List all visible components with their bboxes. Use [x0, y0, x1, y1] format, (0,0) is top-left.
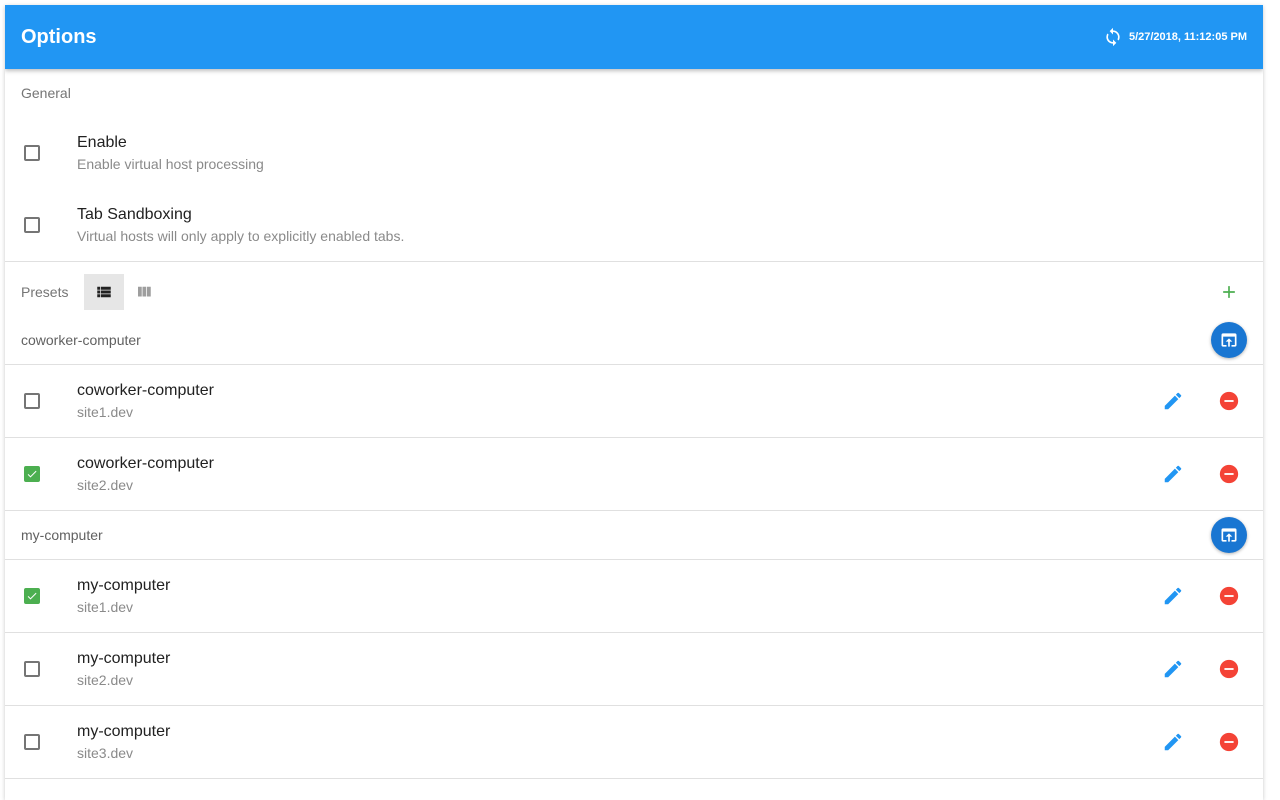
edit-preset-button[interactable]	[1159, 655, 1187, 683]
preset-name: coworker-computer	[77, 455, 214, 472]
preset-checkbox[interactable]	[24, 734, 40, 750]
setting-checkbox[interactable]	[24, 217, 40, 233]
view-list-icon	[97, 286, 112, 298]
apply-group-button[interactable]	[1211, 517, 1247, 553]
preset-checkbox[interactable]	[24, 466, 40, 482]
preset-host: site2.dev	[77, 672, 134, 688]
setting-text: Tab Sandboxing Virtual hosts will only ap…	[77, 204, 1247, 246]
pencil-icon	[1164, 587, 1182, 605]
page-title: Options	[21, 25, 97, 48]
remove-preset-button[interactable]	[1215, 655, 1243, 683]
view-column-icon	[138, 286, 152, 297]
preset-host: site3.dev	[77, 745, 134, 761]
add-preset-button[interactable]	[1217, 280, 1241, 304]
open-in-browser-icon	[1221, 528, 1237, 542]
setting-text: Enable Enable virtual host processing	[77, 132, 1247, 174]
pencil-icon	[1164, 465, 1182, 483]
preset-checkbox[interactable]	[24, 393, 40, 409]
last-sync-timestamp: 5/27/2018, 11:12:05 PM	[1128, 31, 1247, 43]
pencil-icon	[1164, 733, 1182, 751]
setting-description: Enable virtual host processing	[77, 156, 264, 172]
remove-circle-icon	[1219, 391, 1239, 411]
preset-name: my-computer	[77, 577, 171, 594]
preset-name: coworker-computer	[77, 382, 214, 399]
edit-preset-button[interactable]	[1159, 582, 1187, 610]
edit-preset-button[interactable]	[1159, 387, 1187, 415]
preset-row: my-computer site3.dev	[5, 706, 1263, 779]
remove-preset-button[interactable]	[1215, 460, 1243, 488]
preset-name: my-computer	[77, 650, 171, 667]
sync-status: 5/27/2018, 11:12:05 PM	[1101, 25, 1247, 49]
remove-preset-button[interactable]	[1215, 728, 1243, 756]
remove-preset-button[interactable]	[1215, 582, 1243, 610]
add-icon	[1223, 286, 1235, 298]
app-bar: Options 5/27/2018, 11:12:05 PM	[5, 5, 1263, 69]
general-section-header: General	[21, 85, 71, 101]
preset-row: my-computer site1.dev	[5, 560, 1263, 633]
edit-preset-button[interactable]	[1159, 728, 1187, 756]
apply-group-button[interactable]	[1211, 322, 1247, 358]
preset-group-name: my-computer	[21, 527, 103, 543]
presets-toolbar: Presets	[5, 268, 1263, 316]
pencil-icon	[1164, 660, 1182, 678]
preset-text: my-computer site2.dev	[77, 648, 1159, 690]
setting-title: Enable	[77, 134, 127, 151]
setting-row: Enable Enable virtual host processing	[5, 117, 1263, 189]
preset-name: my-computer	[77, 723, 171, 740]
preset-group-header: coworker-computer	[5, 316, 1263, 365]
section-divider	[5, 261, 1263, 262]
preset-text: coworker-computer site2.dev	[77, 453, 1159, 495]
remove-preset-button[interactable]	[1215, 387, 1243, 415]
preset-checkbox[interactable]	[24, 661, 40, 677]
preset-group-name: coworker-computer	[21, 332, 141, 348]
list-view-button[interactable]	[84, 274, 125, 310]
preset-row: my-computer site2.dev	[5, 633, 1263, 706]
presets-label: Presets	[21, 284, 69, 300]
preset-text: my-computer site1.dev	[77, 575, 1159, 617]
preset-text: my-computer site3.dev	[77, 721, 1159, 763]
preset-text: coworker-computer site1.dev	[77, 380, 1159, 422]
options-page: Options 5/27/2018, 11:12:05 PM General E…	[5, 5, 1263, 800]
remove-circle-icon	[1219, 586, 1239, 606]
column-view-button[interactable]	[124, 274, 164, 310]
preset-row: coworker-computer site2.dev	[5, 438, 1263, 511]
general-settings-list: Enable Enable virtual host processing Tab …	[5, 117, 1263, 261]
sync-icon[interactable]	[1101, 25, 1125, 49]
remove-circle-icon	[1219, 659, 1239, 679]
edit-preset-button[interactable]	[1159, 460, 1187, 488]
setting-checkbox[interactable]	[24, 145, 40, 161]
pencil-icon	[1164, 392, 1182, 410]
preset-host: site1.dev	[77, 599, 134, 615]
setting-description: Virtual hosts will only apply to explici…	[77, 228, 405, 244]
open-in-browser-icon	[1221, 333, 1237, 347]
setting-row: Tab Sandboxing Virtual hosts will only ap…	[5, 189, 1263, 261]
preset-group-header: my-computer	[5, 511, 1263, 560]
preset-checkbox[interactable]	[24, 588, 40, 604]
remove-circle-icon	[1219, 464, 1239, 484]
preset-host: site2.dev	[77, 477, 134, 493]
preset-row: coworker-computer site1.dev	[5, 365, 1263, 438]
preset-groups: coworker-computer coworker-computer site1.…	[5, 316, 1263, 779]
setting-title: Tab Sandboxing	[77, 206, 192, 223]
preset-host: site1.dev	[77, 404, 134, 420]
remove-circle-icon	[1219, 732, 1239, 752]
